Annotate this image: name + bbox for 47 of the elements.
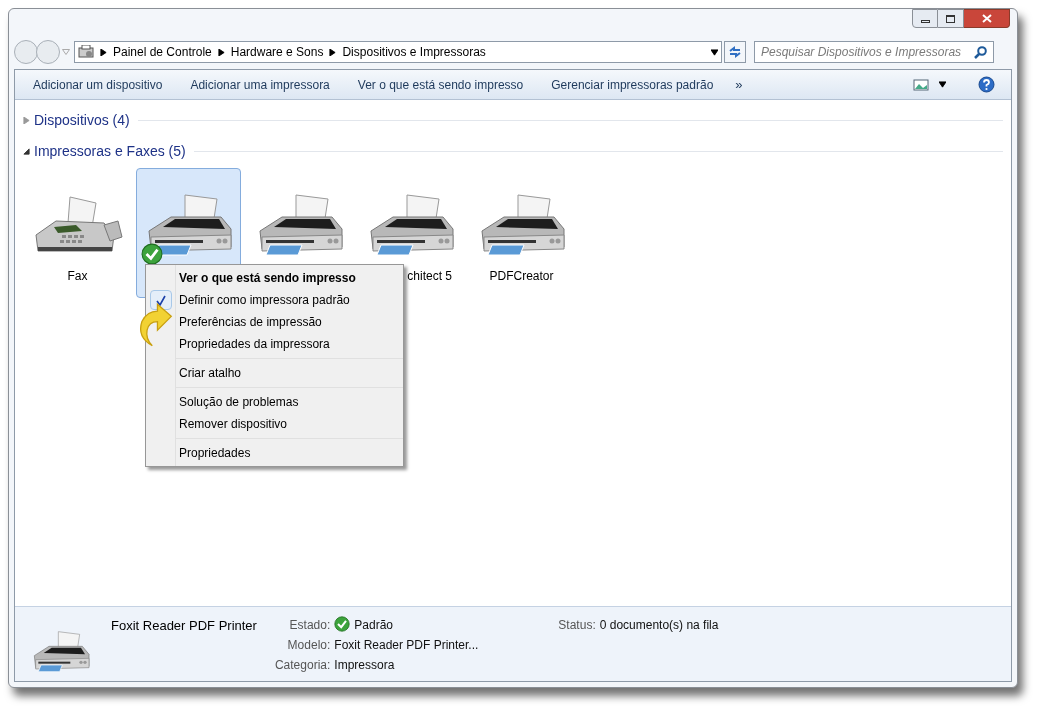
menu-item[interactable]: Definir como impressora padrão <box>176 291 356 309</box>
menu-item[interactable]: Propriedades da impressora <box>176 335 336 353</box>
menu-item[interactable]: Solução de problemas <box>176 393 305 411</box>
device-label: chitect 5 <box>407 268 453 285</box>
device-label: Fax <box>67 268 88 285</box>
device-name: Foxit Reader PDF Printer <box>111 617 257 635</box>
toolbar-button[interactable]: Adicionar uma impressora <box>176 71 344 98</box>
field-label: Categoria: <box>274 657 331 674</box>
menu-item[interactable]: Criar atalho <box>176 364 248 382</box>
caret-icon[interactable] <box>939 81 946 88</box>
minimize-button[interactable] <box>912 9 938 28</box>
search-field[interactable]: Pesquisar Dispositivos e Impressoras <box>754 41 994 63</box>
chevron-icon[interactable] <box>329 48 337 56</box>
expander-icon[interactable] <box>23 148 30 155</box>
group-header[interactable]: Impressoras e Faxes (5) <box>34 141 186 162</box>
menu-item[interactable]: Propriedades <box>176 444 257 462</box>
refresh-button[interactable] <box>724 41 746 63</box>
address-bar[interactable]: Painel de Controle Hardware e Sons Dispositivos e Impressoras <box>74 41 722 63</box>
toolbar-button[interactable]: Gerenciar impressoras padrão <box>537 71 728 98</box>
close-icon <box>981 14 992 23</box>
field-label: Status: <box>558 617 596 634</box>
field-label: Estado: <box>288 617 331 634</box>
group-header[interactable]: Dispositivos (4) <box>34 110 130 131</box>
chevron-icon[interactable] <box>100 48 107 56</box>
breadcrumb-item[interactable]: Dispositivos e Impressoras <box>342 43 486 61</box>
toolbar-button[interactable]: Ver o que está sendo impresso <box>343 71 538 98</box>
breadcrumb-item[interactable]: Hardware e Sons <box>230 43 324 61</box>
device-label: PDFCreator <box>489 268 554 285</box>
maximize-button[interactable] <box>938 9 964 28</box>
menu-item[interactable]: Ver o que está sendo impresso <box>176 269 362 287</box>
more-button[interactable]: » <box>727 71 751 98</box>
menu-item[interactable]: Preferências de impressão <box>176 313 328 331</box>
toolbar-button[interactable]: Adicionar um dispositivo <box>19 71 177 98</box>
view-icon[interactable] <box>913 78 929 91</box>
refresh-icon <box>728 46 742 58</box>
caret-icon[interactable] <box>711 48 718 56</box>
field-value: 0 documento(s) na fila <box>599 617 719 634</box>
field-value: Padrão <box>354 617 393 634</box>
help-icon[interactable] <box>978 76 995 93</box>
close-button[interactable] <box>964 9 1010 28</box>
menu-item[interactable]: Remover dispositivo <box>176 415 294 433</box>
field-value: Impressora <box>334 657 395 674</box>
breadcrumb-item[interactable]: Painel de Controle <box>113 43 212 61</box>
field-label: Modelo: <box>286 637 331 654</box>
chevron-icon[interactable] <box>217 48 225 56</box>
field-value: Foxit Reader PDF Printer... <box>334 637 479 654</box>
search-icon <box>974 45 987 59</box>
